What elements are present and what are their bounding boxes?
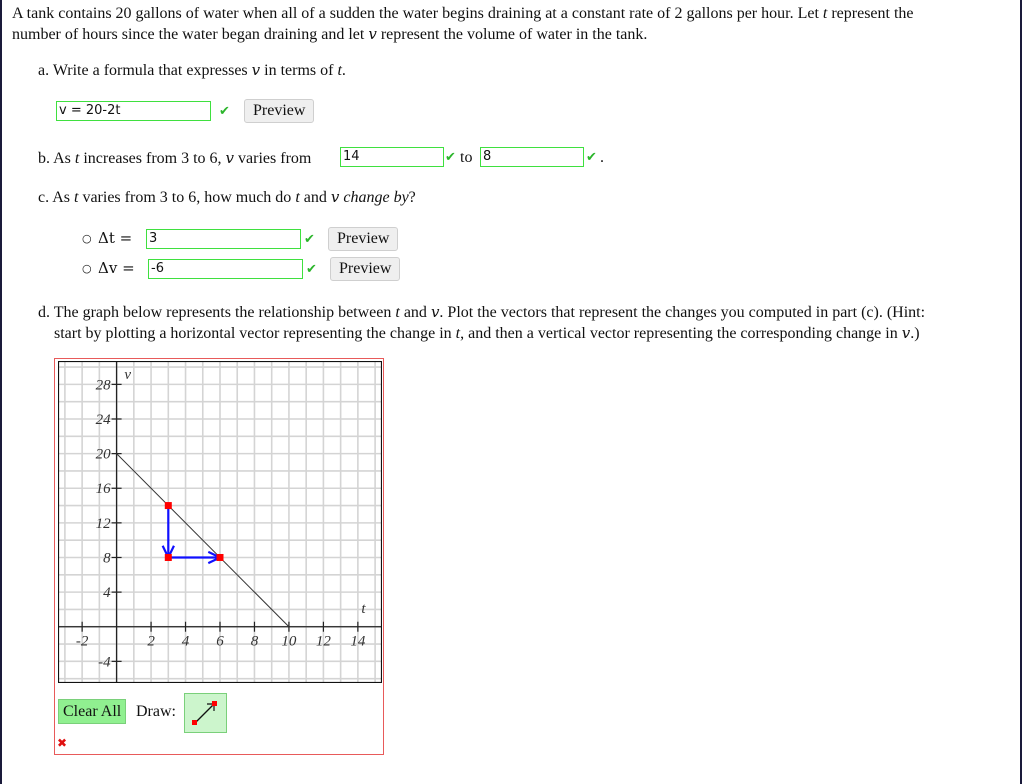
prompt-text: start by plotting a horizontal vector re… bbox=[54, 325, 456, 342]
correct-check-icon: ✔ bbox=[445, 150, 456, 165]
prompt-text: . Plot the vectors that represent the ch… bbox=[439, 304, 926, 321]
clear-all-button[interactable]: Clear All bbox=[58, 699, 127, 724]
draw-label: Draw: bbox=[136, 703, 176, 720]
var-v: v bbox=[901, 324, 911, 342]
prompt-emphasis: change by bbox=[343, 189, 409, 206]
x-tick-label: -2 bbox=[76, 634, 89, 650]
intro-text: represent the bbox=[827, 5, 914, 22]
var-v: v bbox=[225, 149, 235, 167]
correct-check-icon: ✔ bbox=[304, 232, 315, 247]
vector-arrow-icon bbox=[192, 701, 217, 725]
y-tick-label: 28 bbox=[96, 377, 112, 393]
x-tick-label: 14 bbox=[350, 634, 366, 650]
vector-endpoint-handle[interactable] bbox=[164, 502, 172, 510]
vector-draw-tool-button[interactable] bbox=[184, 693, 227, 733]
prompt-text: increases from 3 to 6, bbox=[79, 150, 226, 167]
x-tick-label: 4 bbox=[182, 634, 190, 650]
prompt-text: and bbox=[299, 189, 331, 206]
delta-t-answer-input[interactable]: 3 bbox=[146, 229, 301, 249]
part-b-prompt: b. As t increases from 3 to 6, v varies … bbox=[38, 148, 311, 169]
bullet-icon: ○ bbox=[82, 232, 92, 245]
v-start-answer-input[interactable]: 14 bbox=[340, 147, 444, 167]
prompt-text: d. The graph below represents the relati… bbox=[38, 304, 396, 321]
v-end-answer-input[interactable]: 8 bbox=[480, 147, 584, 167]
intro-text: A tank contains 20 gallons of water when… bbox=[12, 5, 823, 22]
y-tick-label: -4 bbox=[98, 654, 111, 670]
vector-endpoint-handle[interactable] bbox=[164, 553, 172, 561]
graph-canvas[interactable]: tv -2 2 4 6 8 10 12 14-4481216202428 bbox=[58, 361, 382, 683]
prompt-text: , and then a vertical vector representin… bbox=[460, 325, 902, 342]
prompt-text: .) bbox=[910, 325, 920, 342]
delta-v-label: Δv = bbox=[98, 259, 135, 277]
prompt-text: c. As bbox=[38, 189, 74, 206]
x-tick-label: 10 bbox=[281, 634, 297, 650]
part-d-prompt: d. The graph below represents the relati… bbox=[38, 302, 1008, 344]
incorrect-x-icon: ✖ bbox=[57, 736, 68, 750]
prompt-text: in terms of bbox=[260, 62, 338, 79]
var-v: v bbox=[251, 61, 261, 79]
y-tick-label: 8 bbox=[103, 550, 111, 566]
preview-button-a[interactable]: Preview bbox=[244, 99, 315, 123]
preview-button-delta-v[interactable]: Preview bbox=[330, 257, 401, 281]
preview-button-delta-t[interactable]: Preview bbox=[328, 227, 399, 251]
prompt-text: a. Write a formula that expresses bbox=[38, 62, 252, 79]
var-v: v bbox=[368, 25, 377, 43]
delta-t-label: Δt = bbox=[98, 229, 133, 247]
prompt-text: b. As bbox=[38, 150, 75, 167]
prompt-text: varies from 3 to 6, how much do bbox=[78, 189, 296, 206]
part-c-prompt: c. As t varies from 3 to 6, how much do … bbox=[38, 187, 416, 208]
part-a-prompt: a. Write a formula that expresses v in t… bbox=[38, 60, 346, 81]
y-tick-label: 20 bbox=[96, 447, 112, 463]
y-tick-label: 16 bbox=[96, 481, 112, 497]
x-tick-label: 8 bbox=[251, 634, 259, 650]
bullet-icon: ○ bbox=[82, 262, 92, 275]
formula-answer-input[interactable]: v = 20-2t bbox=[56, 101, 211, 121]
x-tick-label: 6 bbox=[216, 634, 224, 650]
var-v: v bbox=[330, 188, 340, 206]
intro-text: number of hours since the water began dr… bbox=[12, 26, 369, 43]
y-axis-label: v bbox=[124, 367, 131, 383]
y-tick-label: 4 bbox=[103, 585, 111, 601]
correct-check-icon: ✔ bbox=[306, 262, 317, 277]
prompt-text: and bbox=[399, 304, 431, 321]
y-tick-label: 12 bbox=[96, 516, 112, 532]
to-label: to bbox=[460, 149, 473, 166]
x-tick-label: 2 bbox=[147, 634, 155, 650]
x-tick-label: 12 bbox=[316, 634, 332, 650]
prompt-text: . bbox=[341, 62, 346, 79]
y-tick-label: 24 bbox=[96, 412, 112, 428]
problem-statement: A tank contains 20 gallons of water when… bbox=[12, 4, 1012, 45]
prompt-text: ? bbox=[408, 189, 416, 206]
delta-v-answer-input[interactable]: -6 bbox=[148, 259, 303, 279]
correct-check-icon: ✔ bbox=[219, 104, 230, 119]
intro-text: represent the volume of water in the tan… bbox=[376, 26, 648, 43]
prompt-text: varies from bbox=[234, 150, 312, 167]
vector-endpoint-handle[interactable] bbox=[216, 553, 224, 561]
correct-check-icon: ✔ bbox=[586, 150, 597, 165]
period: . bbox=[600, 149, 604, 166]
